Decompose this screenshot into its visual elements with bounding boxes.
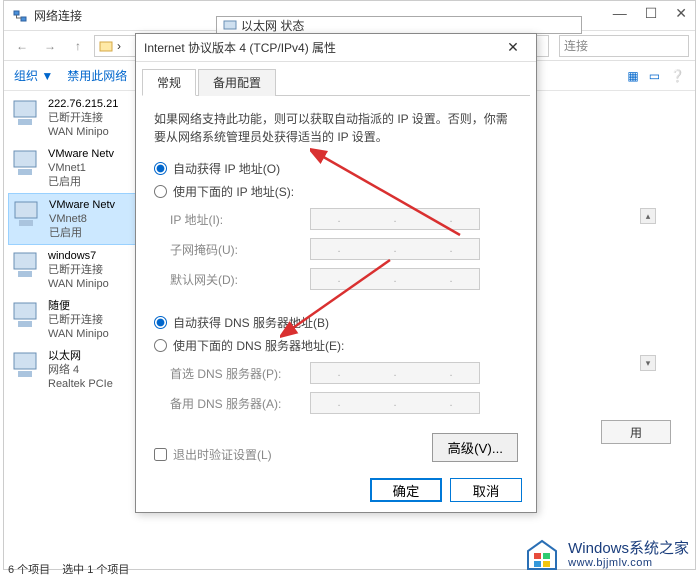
search-placeholder: 连接 [564,37,588,54]
background-apply-button[interactable]: 用 [601,420,671,444]
alt-dns-input: ... [310,392,480,414]
window-controls: — ☐ ✕ [613,5,687,22]
adapter-icon [11,198,43,232]
network-item[interactable]: 以太网 网络 4 Realtek PCIe [8,345,138,395]
manual-ip-radio[interactable] [154,185,167,198]
subnet-input: ... [310,238,480,260]
close-button[interactable]: ✕ [675,5,687,22]
up-button[interactable]: ↑ [66,34,90,58]
watermark: Windows系统之家 www.bjjmlv.com [522,537,689,575]
status-bar: 6 个项目 选中 1 个项目 [8,557,129,581]
tab-general[interactable]: 常规 [142,69,196,96]
validate-checkbox-row[interactable]: 退出时验证设置(L) [154,446,272,463]
search-box[interactable]: 连接 [559,35,689,57]
adapter-icon [10,249,42,283]
auto-ip-radio-row[interactable]: 自动获得 IP 地址(O) [154,160,518,177]
auto-dns-radio-row[interactable]: 自动获得 DNS 服务器地址(B) [154,314,518,331]
adapter-icon [10,299,42,333]
validate-checkbox[interactable] [154,448,167,461]
primary-dns-input: ... [310,362,480,384]
adapter-icon [10,147,42,181]
dialog-close-button[interactable]: ✕ [498,37,528,59]
ok-button[interactable]: 确定 [370,478,442,502]
back-button[interactable]: ← [10,34,34,58]
dialog-description: 如果网络支持此功能，则可以获取自动指派的 IP 设置。否则，你需要从网络系统管理… [154,110,518,146]
dialog-buttons: 确定 取消 [370,478,522,502]
adapter-icon [10,349,42,383]
disable-network-button[interactable]: 禁用此网络 [67,67,127,84]
auto-ip-radio[interactable] [154,162,167,175]
advanced-button[interactable]: 高级(V)... [432,433,518,462]
selection-count: 选中 1 个项目 [62,561,129,577]
cancel-button[interactable]: 取消 [450,478,522,502]
watermark-logo-icon [522,537,562,575]
network-icon [12,8,28,24]
auto-dns-radio[interactable] [154,316,167,329]
window-title: 网络连接 [34,7,82,24]
ethernet-status-window-titlebar: 以太网 状态 [216,16,582,34]
dialog-tabs: 常规 备用配置 [142,68,530,96]
watermark-url: www.bjjmlv.com [568,556,689,570]
gateway-label: 默认网关(D): [170,271,310,288]
scroll-down-button[interactable]: ▾ [640,355,656,371]
network-item[interactable]: VMware Netv VMnet1 已启用 [8,143,138,193]
organize-menu[interactable]: 组织 ▼ [14,67,53,84]
forward-button[interactable]: → [38,34,62,58]
alt-dns-label: 备用 DNS 服务器(A): [170,395,310,412]
manual-dns-radio-row[interactable]: 使用下面的 DNS 服务器地址(E): [154,337,518,354]
help-icon[interactable]: ❔ [670,69,685,83]
view-details-icon[interactable]: ▭ [649,69,660,83]
ethernet-icon [223,18,237,32]
gateway-input: ... [310,268,480,290]
network-list: 222.76.215.21 已断开连接 WAN Minipo VMware Ne… [8,93,138,395]
manual-dns-radio[interactable] [154,339,167,352]
minimize-button[interactable]: — [613,5,627,22]
view-large-icon[interactable]: ▦ [627,69,638,83]
watermark-title: Windows系统之家 [568,542,689,556]
adapter-icon [10,97,42,131]
ip-input: ... [310,208,480,230]
network-item[interactable]: 随便 已断开连接 WAN Minipo [8,295,138,345]
ip-label: IP 地址(I): [170,211,310,228]
subnet-label: 子网掩码(U): [170,241,310,258]
manual-ip-radio-row[interactable]: 使用下面的 IP 地址(S): [154,183,518,200]
ipv4-properties-dialog: Internet 协议版本 4 (TCP/IPv4) 属性 ✕ 常规 备用配置 … [135,33,537,513]
tab-alternate[interactable]: 备用配置 [198,69,276,96]
network-item-selected[interactable]: VMware Netv VMnet8 已启用 [8,193,138,245]
dialog-title: Internet 协议版本 4 (TCP/IPv4) 属性 [144,39,336,56]
network-item[interactable]: windows7 已断开连接 WAN Minipo [8,245,138,295]
dialog-body: 如果网络支持此功能，则可以获取自动指派的 IP 设置。否则，你需要从网络系统管理… [136,96,536,477]
maximize-button[interactable]: ☐ [645,5,658,22]
network-item[interactable]: 222.76.215.21 已断开连接 WAN Minipo [8,93,138,143]
scroll-up-button[interactable]: ▴ [640,208,656,224]
primary-dns-label: 首选 DNS 服务器(P): [170,365,310,382]
item-count: 6 个项目 [8,561,50,577]
folder-icon [99,39,113,53]
dialog-titlebar: Internet 协议版本 4 (TCP/IPv4) 属性 ✕ [136,34,536,62]
